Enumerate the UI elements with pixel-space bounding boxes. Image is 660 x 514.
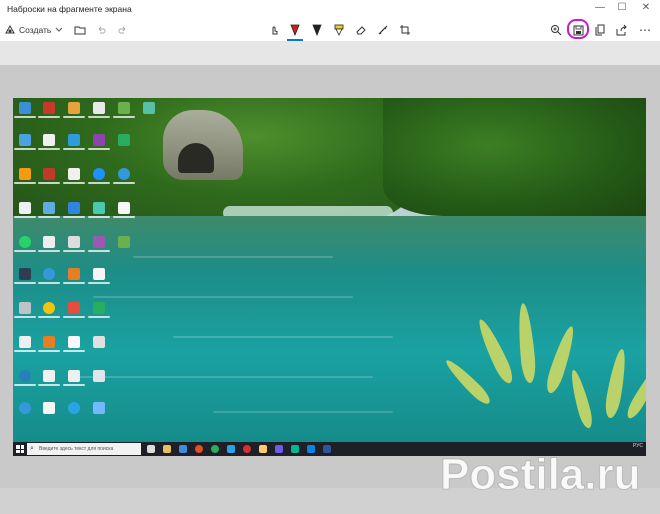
desktop-icon[interactable] <box>43 402 55 414</box>
ballpoint-pen-icon[interactable] <box>287 22 303 38</box>
cave <box>178 143 214 173</box>
desktop-icon[interactable] <box>93 236 105 248</box>
desktop-icon[interactable] <box>68 402 80 414</box>
taskbar-search-box[interactable]: ⌕ Введите здесь текст для поиска <box>27 443 141 455</box>
forest-right <box>383 98 646 216</box>
desktop-icon[interactable] <box>43 168 55 180</box>
system-tray[interactable]: РУС <box>633 444 643 449</box>
desktop-icon[interactable] <box>93 268 105 280</box>
taskbar-app-icon[interactable] <box>323 445 331 453</box>
captured-screenshot[interactable]: ⌕ Введите здесь текст для поиска РУС <box>13 98 646 456</box>
search-icon: ⌕ <box>30 445 34 452</box>
desktop-icon[interactable] <box>43 236 55 248</box>
desktop-icon[interactable] <box>19 336 31 348</box>
desktop-icon[interactable] <box>19 402 31 414</box>
redo-icon[interactable] <box>116 22 130 38</box>
taskbar-search-placeholder: Введите здесь текст для поиска <box>39 446 114 452</box>
taskbar-app-icon[interactable] <box>195 445 203 453</box>
desktop-icon[interactable] <box>19 168 31 180</box>
share-icon[interactable] <box>614 22 630 38</box>
desktop-icon[interactable] <box>68 268 80 280</box>
desktop-icon[interactable] <box>93 302 105 314</box>
touch-writing-icon[interactable] <box>266 22 282 38</box>
desktop-icon[interactable] <box>118 236 130 248</box>
desktop-icon[interactable] <box>68 202 80 214</box>
zoom-icon[interactable] <box>548 22 564 38</box>
desktop-icon[interactable] <box>19 102 31 114</box>
close-button[interactable]: ✕ <box>635 2 657 13</box>
undo-icon[interactable] <box>94 22 108 38</box>
desktop-icon[interactable] <box>118 102 130 114</box>
desktop-icon[interactable] <box>19 236 31 248</box>
desktop-icon[interactable] <box>43 134 55 146</box>
window-title: Наброски на фрагменте экрана <box>7 4 132 14</box>
new-button-label: Создать <box>19 25 52 35</box>
copy-icon[interactable] <box>592 22 608 38</box>
desktop-icon[interactable] <box>118 202 130 214</box>
new-snip-icon <box>5 24 15 34</box>
canvas-top-margin <box>0 41 660 65</box>
file-explorer-icon[interactable] <box>163 445 171 453</box>
more-icon[interactable]: ⋯ <box>637 22 653 38</box>
taskbar-app-icon[interactable] <box>179 445 187 453</box>
desktop-icon[interactable] <box>93 102 105 114</box>
desktop-icon[interactable] <box>43 202 55 214</box>
desktop-icon[interactable] <box>43 370 55 382</box>
new-dropdown-chevron-icon[interactable] <box>52 22 66 38</box>
taskbar-app-icon[interactable] <box>243 445 251 453</box>
taskbar-app-icon[interactable] <box>227 445 235 453</box>
desktop-icons <box>13 98 183 418</box>
desktop-icon[interactable] <box>68 336 80 348</box>
desktop-icon[interactable] <box>93 168 105 180</box>
desktop-icon[interactable] <box>93 134 105 146</box>
desktop-icon[interactable] <box>93 402 105 414</box>
desktop-icon[interactable] <box>43 302 55 314</box>
desktop-icon[interactable] <box>19 268 31 280</box>
taskbar-app-icon[interactable] <box>291 445 299 453</box>
open-folder-icon[interactable] <box>72 22 88 38</box>
taskbar-app-icon[interactable] <box>259 445 267 453</box>
desktop-icon[interactable] <box>93 336 105 348</box>
desktop-icon[interactable] <box>143 102 155 114</box>
crop-icon[interactable] <box>397 22 413 38</box>
pencil-icon[interactable] <box>309 22 325 38</box>
taskbar-app-icon[interactable] <box>307 445 315 453</box>
desktop-icon[interactable] <box>43 336 55 348</box>
desktop-icon[interactable] <box>43 268 55 280</box>
windows-start-icon[interactable] <box>16 445 24 453</box>
maximize-button[interactable]: ☐ <box>611 2 633 13</box>
ruler-icon[interactable] <box>375 22 391 38</box>
title-bar: Наброски на фрагменте экрана — ☐ ✕ <box>0 0 660 19</box>
desktop-icon[interactable] <box>19 302 31 314</box>
desktop-icon[interactable] <box>43 102 55 114</box>
save-highlight-circle <box>567 19 589 39</box>
eraser-icon[interactable] <box>353 22 369 38</box>
toolbar: Создать ⋯ <box>0 19 660 41</box>
task-view-icon[interactable] <box>147 445 155 453</box>
taskbar-app-icon[interactable] <box>275 445 283 453</box>
desktop-icon[interactable] <box>68 168 80 180</box>
desktop-icon[interactable] <box>68 102 80 114</box>
watermark-text: Postila.ru <box>440 450 641 500</box>
desktop-icon[interactable] <box>19 134 31 146</box>
desktop-icon[interactable] <box>68 134 80 146</box>
desktop-icon[interactable] <box>19 370 31 382</box>
desktop-icon[interactable] <box>19 202 31 214</box>
desktop-icon[interactable] <box>93 370 105 382</box>
desktop-icon[interactable] <box>93 202 105 214</box>
desktop-icon[interactable] <box>68 370 80 382</box>
desktop-icon[interactable] <box>68 236 80 248</box>
tray-language: РУС <box>632 443 643 449</box>
desktop-icon[interactable] <box>118 168 130 180</box>
highlighter-icon[interactable] <box>331 22 347 38</box>
minimize-button[interactable]: — <box>589 2 611 13</box>
desktop-icon[interactable] <box>68 302 80 314</box>
taskbar-app-icon[interactable] <box>211 445 219 453</box>
desktop-icon[interactable] <box>118 134 130 146</box>
